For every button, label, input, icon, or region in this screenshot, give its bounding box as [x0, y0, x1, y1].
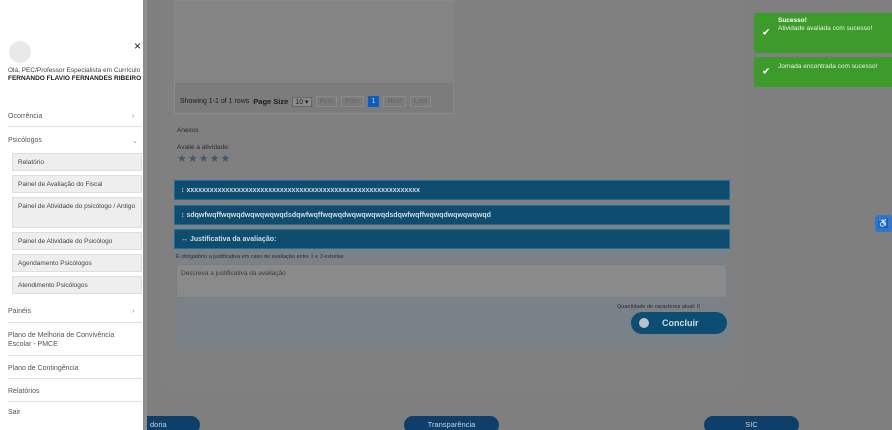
page-1-button[interactable]: 1	[367, 96, 380, 107]
first-page-button[interactable]: First	[315, 96, 338, 107]
sic-button[interactable]: SIC	[704, 416, 799, 430]
concluir-label: Concluir	[662, 318, 699, 328]
toast-title: Sucesso!	[778, 17, 807, 24]
menu-paineis[interactable]: Painéis ›	[8, 308, 134, 315]
submenu-item[interactable]: Agendamento Psicólogos	[12, 254, 142, 272]
check-icon: ✔	[762, 66, 771, 78]
divider	[8, 355, 142, 356]
accordion-bar-1[interactable]: ↕ xxxxxxxxxxxxxxxxxxxxxxxxxxxxxxxxxxxxxx…	[174, 180, 730, 200]
submenu-item[interactable]: Painel de Avaliação do Fiscal	[12, 175, 142, 193]
check-icon: ✔	[762, 27, 771, 39]
user-name: FERNANDO FLAVIO FERNANDES RIBEIRO	[8, 75, 142, 83]
table-pager: Showing 1-1 of 1 rows Page Size 10 ▾ Fir…	[180, 96, 432, 107]
sidebar: × Olá, PEC/Professor Especialista em Cur…	[0, 0, 146, 430]
ouvidoria-button[interactable]: doria	[138, 416, 200, 430]
justificativa-header[interactable]: ↔ Justificativa da avaliação:	[174, 229, 730, 249]
transparencia-button[interactable]: Transparência	[404, 416, 499, 430]
next-page-button[interactable]: Next	[383, 96, 406, 107]
accessibility-icon[interactable]: ♿	[875, 215, 892, 232]
menu-plano-contingencia[interactable]: Plano de Contingência	[8, 365, 78, 372]
toast-message: Jornada encontrada com sucesso!	[778, 63, 878, 70]
submenu-item[interactable]: Painel de Atividade do Psicólogo	[12, 232, 142, 250]
menu-psicologos[interactable]: Psicólogos ⌄	[8, 137, 138, 145]
submenu-item[interactable]: Atendimento Psicólogos	[12, 276, 142, 294]
sidebar-scrollbar[interactable]	[143, 0, 147, 430]
chevron-down-icon: ⌄	[132, 138, 138, 145]
rate-activity-label: Avalie a atividade:	[177, 144, 230, 151]
justificativa-textarea[interactable]: Descreva a justificativa da avaliação	[176, 264, 727, 298]
concluir-button[interactable]: Concluir	[631, 312, 727, 334]
prev-page-button[interactable]: Prev	[341, 96, 364, 107]
submenu-item[interactable]: Painel de Atividade do psicólogo / Antig…	[12, 197, 142, 228]
menu-plano-melhoria[interactable]: Plano de Melhoria de Convivência Escolar…	[8, 331, 138, 349]
divider	[8, 401, 142, 402]
toast-jornada[interactable]: ✔ Jornada encontrada com sucesso!	[754, 57, 892, 87]
submenu-item[interactable]: Relatório	[12, 153, 142, 171]
divider	[8, 378, 142, 379]
last-page-button[interactable]: Last	[409, 96, 432, 107]
chevron-right-icon: ›	[132, 308, 135, 315]
menu-label: Painéis	[8, 308, 31, 315]
accordion-bar-2[interactable]: ↕ sdqwfwqffwqwqdwqwqwqwqdsdqwfwqffwqwqdw…	[174, 205, 730, 225]
toast-success[interactable]: ✔ Sucesso! Atividade avaliada com sucess…	[754, 13, 892, 53]
showing-text: Showing 1-1 of 1 rows	[180, 98, 250, 105]
menu-ocorrencia[interactable]: Ocorrência ›	[8, 113, 134, 120]
page-size-select[interactable]: 10 ▾	[292, 96, 312, 107]
chevron-right-icon: ›	[132, 113, 135, 120]
page-size-label: Page Size	[253, 97, 289, 106]
toast-message: Atividade avaliada com sucesso!	[778, 24, 873, 32]
star-rating[interactable]: ★★★★★	[177, 152, 231, 165]
anexos-label: Anexos	[177, 127, 199, 134]
user-info: Olá, PEC/Professor Especialista em Currí…	[8, 67, 144, 83]
close-icon[interactable]: ×	[134, 39, 141, 53]
check-circle-icon	[639, 318, 649, 328]
divider	[8, 322, 142, 323]
menu-label: Psicólogos	[8, 137, 42, 144]
char-count: Quantidade de caracteres atual: 0	[617, 304, 700, 310]
menu-sair[interactable]: Sair	[8, 409, 20, 416]
greeting-text: Olá, PEC/Professor Especialista em Currí…	[8, 67, 141, 74]
menu-relatorios[interactable]: Relatórios	[8, 388, 40, 395]
justificativa-note: É obrigatório a justificativa em caso de…	[176, 254, 344, 260]
menu-label: Ocorrência	[8, 113, 43, 120]
divider	[8, 126, 142, 127]
avatar	[9, 41, 31, 63]
